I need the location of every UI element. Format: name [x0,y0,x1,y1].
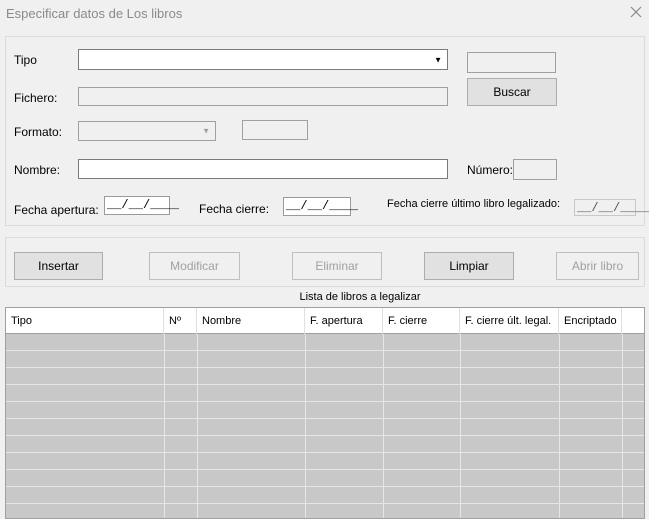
column-header-encriptado[interactable]: Encriptado [559,308,622,334]
limpiar-button[interactable]: Limpiar [424,252,514,280]
grid-column-divider [305,334,306,518]
grid-column-divider [559,334,560,518]
tipo-combobox[interactable]: ▼ [78,49,448,70]
grid-column-divider [622,334,623,518]
tipo-code-field [467,52,556,73]
grid-caption: Lista de libros a legalizar [299,291,421,303]
grid-empty-row [6,436,644,453]
fecha-ult-label: Fecha cierre último libro legalizado: [387,198,561,210]
column-header-filler [622,308,644,334]
formato-combobox: ▼ [78,121,216,141]
grid-body[interactable] [6,334,644,518]
nombre-field[interactable] [78,159,448,179]
fecha-apertura-label: Fecha apertura: [14,203,99,217]
grid-empty-row [6,368,644,385]
column-header-f-cierre-ult[interactable]: F. cierre últ. legal. [460,308,559,334]
grid-column-divider [383,334,384,518]
grid-empty-row [6,453,644,470]
fecha-ult-field: __/__/____ [574,199,649,216]
column-header-f-apertura[interactable]: F. apertura [305,308,383,334]
chevron-down-icon[interactable]: ▼ [434,55,442,64]
grid-empty-row [6,402,644,419]
grid-column-divider [164,334,165,518]
tipo-label: Tipo [14,53,37,67]
grid-header: Tipo Nº Nombre F. apertura F. cierre F. … [6,308,644,334]
insertar-button[interactable]: Insertar [14,252,103,280]
fecha-apertura-field[interactable]: __/__/____ [104,196,179,215]
fecha-cierre-field[interactable]: __/__/____ [283,197,358,216]
abrir-libro-button[interactable]: Abrir libro [556,252,639,280]
column-header-numero[interactable]: Nº [164,308,197,334]
grid-empty-row [6,419,644,436]
column-header-tipo[interactable]: Tipo [6,308,164,334]
buscar-button[interactable]: Buscar [467,78,557,106]
grid-empty-row [6,487,644,504]
grid-empty-row [6,470,644,487]
fecha-cierre-label: Fecha cierre: [199,202,270,216]
numero-label: Número: [467,163,514,177]
grid-empty-row [6,351,644,368]
modificar-button[interactable]: Modificar [149,252,240,280]
fichero-field [78,87,448,106]
grid-column-divider [197,334,198,518]
formato-label: Formato: [14,125,63,139]
column-header-nombre[interactable]: Nombre [197,308,305,334]
close-icon[interactable] [627,3,645,21]
grid-empty-row [6,334,644,351]
books-grid[interactable]: Tipo Nº Nombre F. apertura F. cierre F. … [5,307,645,519]
column-header-f-cierre[interactable]: F. cierre [383,308,460,334]
fichero-label: Fichero: [14,91,58,105]
grid-empty-row [6,504,644,518]
nombre-label: Nombre: [14,163,61,177]
grid-column-divider [460,334,461,518]
numero-field [513,159,557,180]
window-title: Especificar datos de Los libros [6,6,183,21]
formato-extra-field [242,120,308,140]
chevron-down-icon: ▼ [202,126,210,136]
eliminar-button[interactable]: Eliminar [292,252,382,280]
grid-empty-row [6,385,644,402]
